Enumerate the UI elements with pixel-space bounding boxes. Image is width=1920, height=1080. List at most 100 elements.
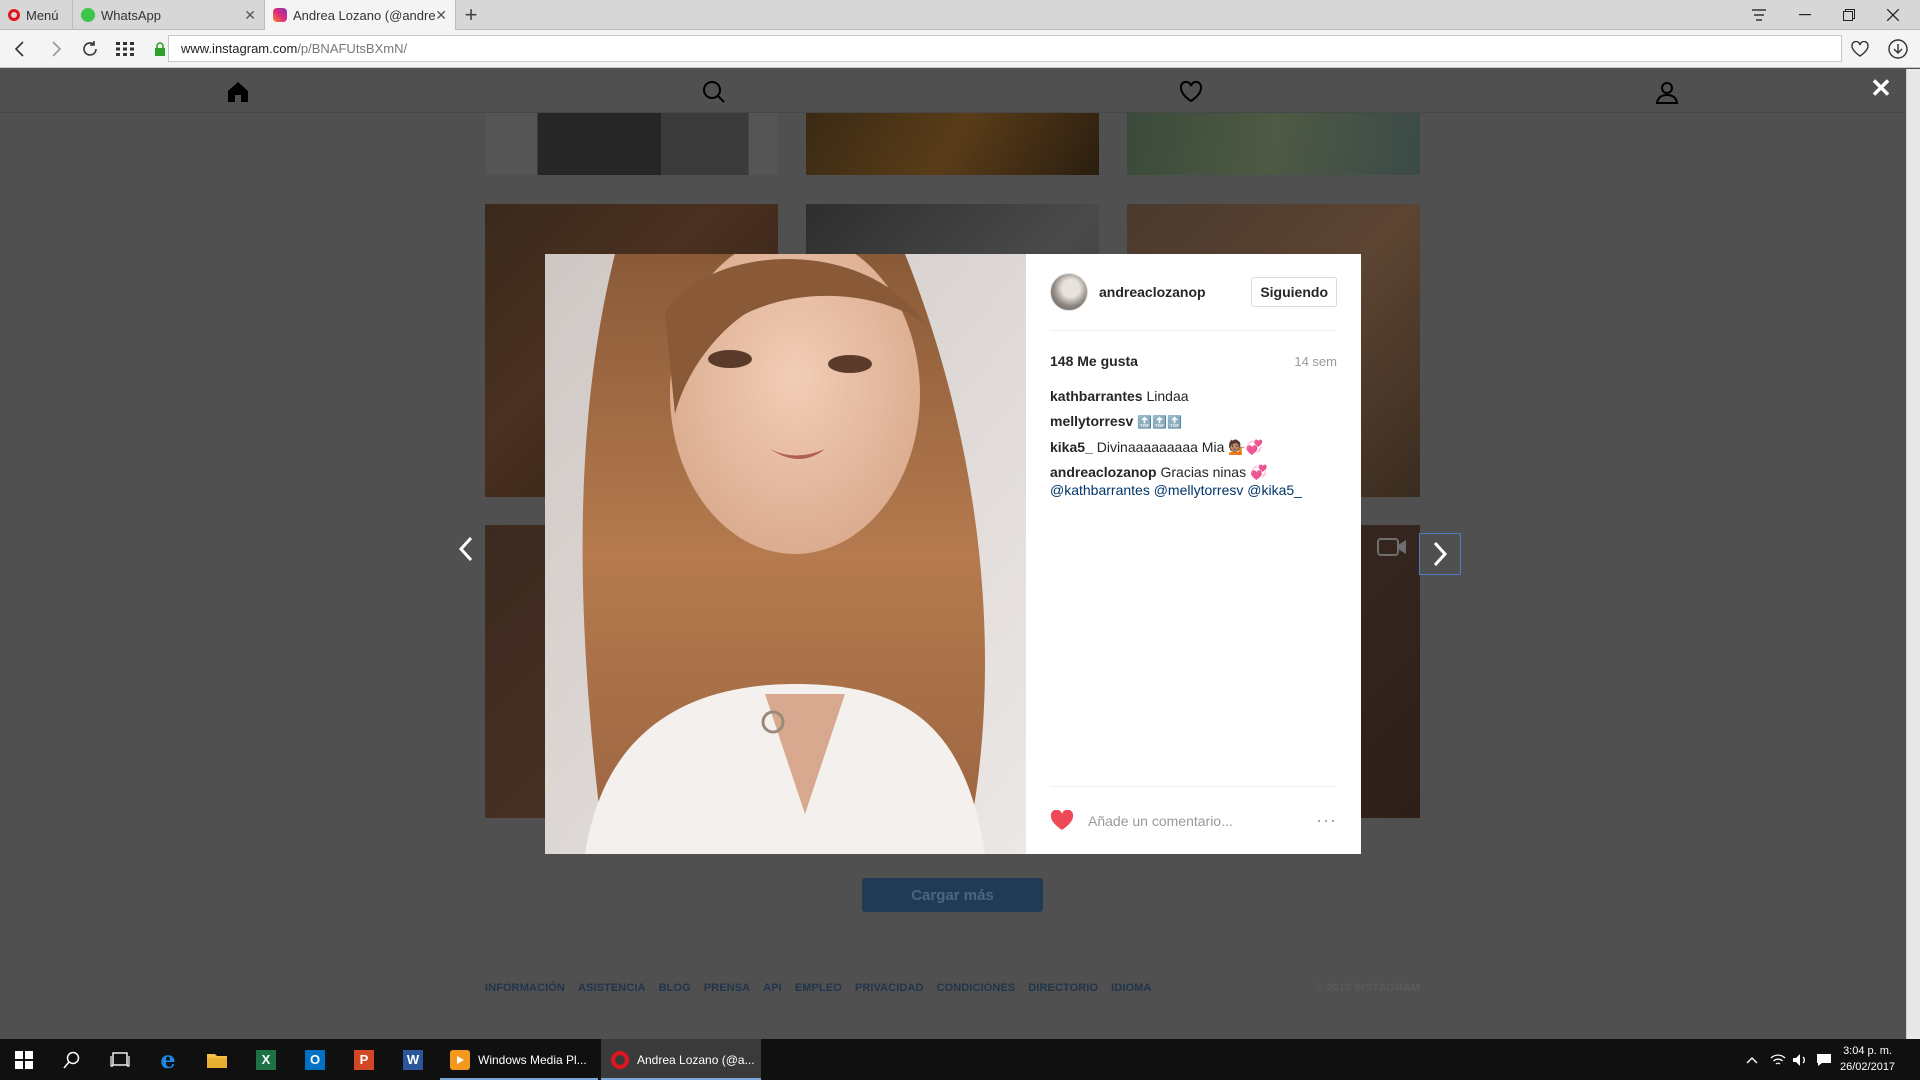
opera-logo-icon — [8, 9, 20, 21]
outlook-icon[interactable]: O — [291, 1039, 339, 1080]
notifications-icon[interactable] — [1812, 1039, 1836, 1080]
taskbar-app-opera[interactable]: Andrea Lozano (@a... — [601, 1039, 761, 1080]
footer-link-directorio[interactable]: DIRECTORIO — [1028, 982, 1098, 994]
new-tab-button[interactable]: + — [456, 2, 486, 27]
scrollbar[interactable] — [1906, 69, 1920, 1039]
back-button[interactable] — [8, 37, 32, 61]
grid-thumbnail[interactable] — [485, 113, 778, 175]
tab-title: Andrea Lozano (@andreac — [293, 7, 435, 23]
close-tab-icon[interactable]: ✕ — [435, 7, 447, 24]
tab-whatsapp[interactable]: WhatsApp ✕ — [72, 0, 264, 30]
excel-icon[interactable]: X — [242, 1039, 290, 1080]
word-icon[interactable]: W — [389, 1039, 437, 1080]
tab-instagram[interactable]: Andrea Lozano (@andreac ✕ — [264, 0, 456, 30]
comment-item: kathbarrantes Lindaa — [1050, 387, 1337, 405]
clock-date: 26/02/2017 — [1840, 1061, 1896, 1073]
home-icon[interactable] — [225, 79, 251, 105]
powerpoint-icon[interactable]: P — [340, 1039, 388, 1080]
restore-button[interactable] — [1834, 3, 1864, 27]
comment-input[interactable]: Añade un comentario... — [1088, 813, 1316, 829]
close-window-button[interactable] — [1878, 3, 1908, 27]
grid-thumbnail[interactable] — [1127, 113, 1420, 175]
search-icon[interactable] — [701, 79, 727, 105]
file-explorer-icon[interactable] — [193, 1039, 241, 1080]
load-more-button[interactable]: Cargar más — [862, 878, 1043, 912]
close-modal-icon[interactable]: ✕ — [1870, 73, 1892, 103]
url-host: www.instagram.com — [181, 41, 298, 56]
volume-icon[interactable] — [1788, 1039, 1812, 1080]
wifi-icon[interactable] — [1766, 1039, 1790, 1080]
opera-icon — [611, 1050, 629, 1069]
taskbar-search-icon[interactable] — [48, 1039, 96, 1080]
next-post-arrow-icon[interactable] — [1419, 533, 1461, 575]
browser-tab-strip: Menú WhatsApp ✕ Andrea Lozano (@andreac … — [0, 0, 1920, 30]
bookmark-heart-icon[interactable] — [1848, 37, 1872, 61]
post-author-username[interactable]: andreaclozanop — [1099, 284, 1206, 300]
comment-username[interactable]: mellytorresv — [1050, 413, 1133, 429]
start-button[interactable] — [0, 1039, 48, 1080]
download-icon[interactable] — [1886, 37, 1910, 61]
show-hidden-icons-chevron-icon[interactable] — [1740, 1039, 1764, 1080]
reload-button[interactable] — [78, 37, 102, 61]
like-heart-icon[interactable] — [1050, 810, 1074, 831]
comment-item: kika5_ Divinaaaaaaaaa Mia 💁🏽💞 — [1050, 438, 1337, 456]
comment-username[interactable]: andreaclozanop — [1050, 464, 1157, 480]
taskbar-app-label: Andrea Lozano (@a... — [637, 1052, 755, 1067]
profile-icon[interactable] — [1654, 79, 1680, 105]
comment-text: 🔝🔝🔝 — [1137, 415, 1182, 429]
instagram-icon — [273, 8, 287, 22]
opera-menu-button[interactable]: Menú — [0, 0, 72, 30]
url-path: /p/BNAFUtsBXmN/ — [297, 41, 408, 56]
comment-username[interactable]: kathbarrantes — [1050, 388, 1143, 404]
following-button[interactable]: Siguiendo — [1251, 277, 1337, 307]
footer-link-prensa[interactable]: PRENSA — [704, 982, 750, 994]
opera-menu-label: Menú — [26, 7, 59, 23]
previous-post-arrow-icon[interactable] — [456, 534, 476, 564]
footer-link-api[interactable]: API — [763, 982, 782, 994]
whatsapp-icon — [81, 8, 95, 22]
windows-taskbar: e X O P W Windows Media Pl... Andrea Loz… — [0, 1039, 1920, 1080]
instagram-page: Cargar más INFORMACIÓN ASISTENCIA BLOG P… — [0, 69, 1906, 1039]
post-timestamp[interactable]: 14 sem — [1294, 354, 1337, 369]
activity-heart-icon[interactable] — [1178, 79, 1204, 105]
footer-link-informacion[interactable]: INFORMACIÓN — [485, 982, 565, 994]
task-view-icon[interactable] — [96, 1039, 144, 1080]
more-options-icon[interactable]: ··· — [1316, 810, 1337, 831]
taskbar-app-label: Windows Media Pl... — [478, 1052, 587, 1067]
footer-link-privacidad[interactable]: PRIVACIDAD — [855, 982, 924, 994]
taskbar-app-windows-media-player[interactable]: Windows Media Pl... — [440, 1039, 598, 1080]
footer-link-blog[interactable]: BLOG — [659, 982, 691, 994]
speed-dial-icon[interactable] — [113, 37, 137, 61]
grid-thumbnail[interactable] — [806, 113, 1099, 175]
comment-username[interactable]: kika5_ — [1050, 439, 1093, 455]
forward-button[interactable] — [44, 37, 68, 61]
clock-time: 3:04 p. m. — [1843, 1045, 1892, 1057]
post-modal: andreaclozanop Siguiendo 148 Me gusta 14… — [545, 254, 1361, 854]
close-tab-icon[interactable]: ✕ — [244, 7, 256, 24]
post-photo[interactable] — [545, 254, 1026, 854]
comment-bar: Añade un comentario... ··· — [1050, 786, 1337, 854]
copyright: © 2017 INSTAGRAM — [1315, 982, 1420, 994]
url-field[interactable]: www.instagram.com/p/BNAFUtsBXmN/ — [168, 35, 1842, 62]
footer-link-asistencia[interactable]: ASISTENCIA — [578, 982, 646, 994]
likes-count[interactable]: 148 Me gusta — [1050, 353, 1138, 369]
comment-mentions[interactable]: @kathbarrantes @mellytorresv @kika5_ — [1050, 482, 1302, 498]
comment-text: Gracias ninas 💞 — [1160, 464, 1268, 480]
instagram-top-nav — [0, 69, 1906, 113]
comment-text: Lindaa — [1146, 388, 1189, 404]
post-header: andreaclozanop Siguiendo — [1050, 254, 1337, 331]
footer-link-idioma[interactable]: IDIOMA — [1111, 982, 1151, 994]
footer-link-empleo[interactable]: EMPLEO — [795, 982, 842, 994]
edge-icon[interactable]: e — [144, 1039, 192, 1080]
minimize-button[interactable] — [1790, 3, 1820, 27]
taskbar-clock[interactable]: 3:04 p. m. 26/02/2017 — [1840, 1043, 1895, 1075]
video-icon — [1377, 537, 1407, 557]
comment-text: Divinaaaaaaaaa Mia 💁🏽💞 — [1096, 439, 1264, 455]
media-player-icon — [450, 1049, 470, 1070]
avatar[interactable] — [1050, 273, 1088, 311]
page-footer: INFORMACIÓN ASISTENCIA BLOG PRENSA API E… — [485, 978, 1420, 998]
comment-item: mellytorresv 🔝🔝🔝 — [1050, 412, 1337, 431]
post-sidebar: andreaclozanop Siguiendo 148 Me gusta 14… — [1026, 254, 1361, 854]
tab-menu-icon[interactable] — [1744, 3, 1774, 27]
footer-link-condiciones[interactable]: CONDICIONES — [937, 982, 1016, 994]
